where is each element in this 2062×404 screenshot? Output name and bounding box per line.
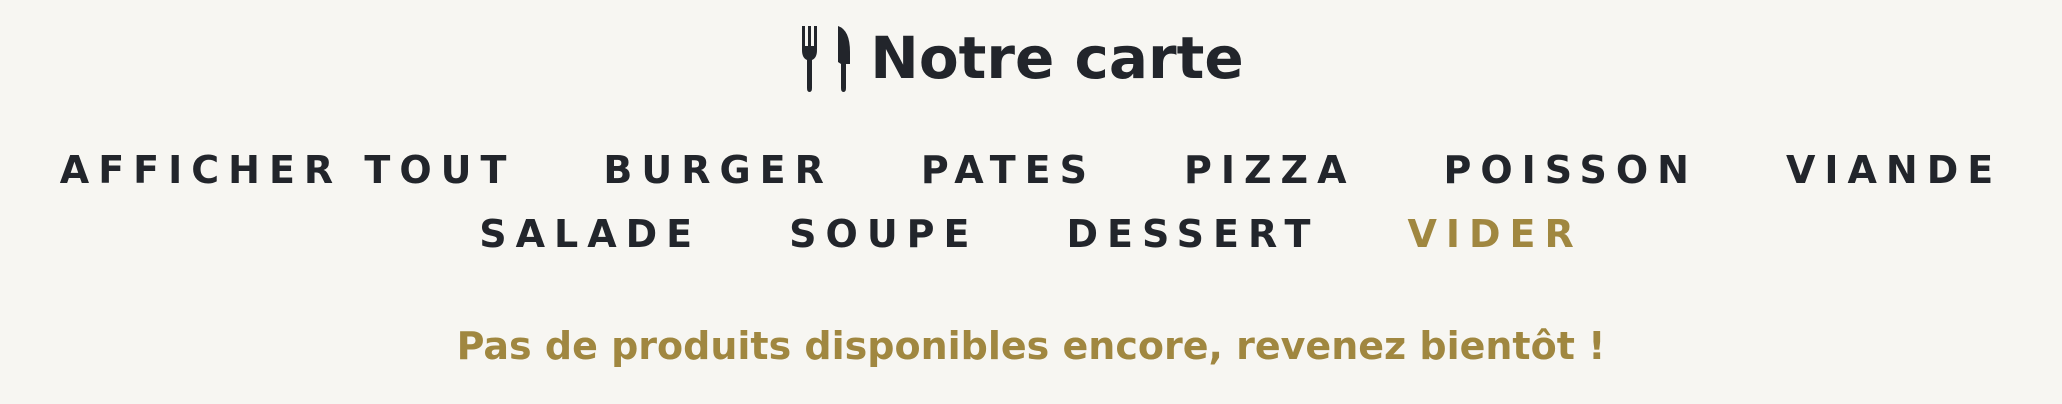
menu-section: Notre carte AFFICHER TOUT BURGER PATES P… [0, 0, 2062, 404]
filter-poisson[interactable]: POISSON [1444, 138, 1698, 202]
filter-pizza[interactable]: PIZZA [1184, 138, 1356, 202]
filter-all[interactable]: AFFICHER TOUT [60, 138, 516, 202]
filter-row-2: SALADE SOUPE DESSERT VIDER [0, 202, 2062, 266]
menu-title-group: Notre carte [798, 22, 1244, 94]
category-filters: AFFICHER TOUT BURGER PATES PIZZA POISSON… [0, 138, 2062, 266]
filter-viande[interactable]: VIANDE [1786, 138, 2002, 202]
filter-clear-button[interactable]: VIDER [1407, 202, 1582, 266]
page-title: Notre carte [870, 24, 1244, 92]
utensils-icon [798, 24, 856, 92]
filter-burger[interactable]: BURGER [603, 138, 833, 202]
filter-dessert[interactable]: DESSERT [1066, 202, 1319, 266]
filter-salade[interactable]: SALADE [479, 202, 701, 266]
filter-row-1: AFFICHER TOUT BURGER PATES PIZZA POISSON… [0, 138, 2062, 202]
filter-soupe[interactable]: SOUPE [789, 202, 978, 266]
menu-header: Notre carte [0, 22, 2062, 94]
empty-state-message: Pas de produits disponibles encore, reve… [456, 324, 1606, 368]
filter-pates[interactable]: PATES [921, 138, 1096, 202]
